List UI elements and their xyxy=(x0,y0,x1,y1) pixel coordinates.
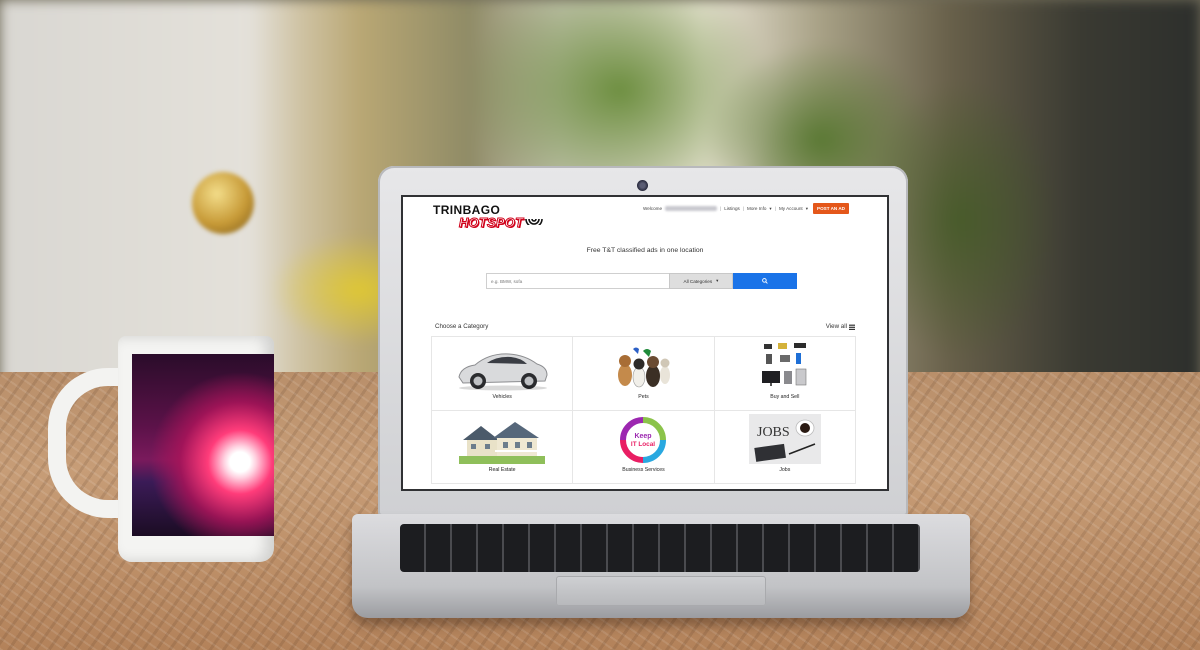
site-tagline: Free T&T classified ads in one location xyxy=(586,247,704,254)
laptop-base xyxy=(352,514,970,618)
category-label: Pets xyxy=(638,393,649,400)
top-nav: Welcome | Listings | More Info ▾ | My Ac… xyxy=(643,203,849,214)
laptop-lid: TRINBAGO HOTSPOT Welcome | Listings | Mo… xyxy=(378,166,908,516)
category-label: Buy and Sell xyxy=(770,393,800,400)
caret-down-icon: ▾ xyxy=(716,278,719,283)
nav-my-account-link[interactable]: My Account xyxy=(779,206,803,211)
svg-text:Keep: Keep xyxy=(635,433,652,440)
view-all-link[interactable]: View all xyxy=(826,323,855,330)
jobs-image: JOBS xyxy=(748,414,821,464)
search-button[interactable] xyxy=(733,273,797,289)
logo-text-hotspot: HOTSPOT xyxy=(458,215,524,231)
category-select-value: All Categories xyxy=(683,278,713,284)
category-tile-business-services[interactable]: Keep IT Local Business Services xyxy=(573,410,715,484)
category-label: Real Estate xyxy=(488,467,516,473)
coffee-mug xyxy=(118,336,274,562)
laptop-keyboard xyxy=(400,524,920,572)
welcome-text: Welcome xyxy=(642,206,663,211)
category-grid: Vehicles Pets Buy and Sell Real Estate K… xyxy=(431,336,856,484)
site-logo[interactable]: TRINBAGO HOTSPOT xyxy=(433,203,543,239)
house-image xyxy=(459,422,546,464)
pets-image xyxy=(618,347,671,387)
nav-separator: | xyxy=(774,206,776,211)
svg-text:JOBS: JOBS xyxy=(757,425,790,440)
laptop-screen: TRINBAGO HOTSPOT Welcome | Listings | Mo… xyxy=(403,197,887,489)
webcam xyxy=(637,180,648,191)
chevron-down-icon: ▾ xyxy=(769,205,772,211)
search-icon xyxy=(762,278,768,284)
category-tile-buy-and-sell[interactable]: Buy and Sell xyxy=(714,337,856,411)
chevron-down-icon: ▾ xyxy=(805,205,808,211)
search-bar: e.g. BMW, sofa All Categories ▾ xyxy=(486,273,797,289)
door-knob xyxy=(192,172,254,234)
list-icon xyxy=(849,324,855,330)
site-header: TRINBAGO HOTSPOT Welcome | Listings | Mo… xyxy=(403,197,887,237)
nav-separator: | xyxy=(742,206,745,211)
car-image xyxy=(458,352,548,390)
category-label: Vehicles xyxy=(492,393,512,400)
laptop-trackpad xyxy=(556,576,766,606)
keep-it-local-image: Keep IT Local xyxy=(620,417,667,463)
electronics-image xyxy=(761,342,807,386)
blurred-username xyxy=(665,206,718,211)
nav-separator: | xyxy=(720,206,722,211)
category-tile-jobs[interactable]: JOBS Jobs xyxy=(714,410,856,484)
category-label: Business Services xyxy=(622,467,665,473)
category-label: Jobs xyxy=(779,467,791,473)
svg-text:IT Local: IT Local xyxy=(631,441,655,448)
signal-waves-icon xyxy=(525,218,543,225)
category-tile-vehicles[interactable]: Vehicles xyxy=(432,337,574,411)
search-input[interactable]: e.g. BMW, sofa xyxy=(486,273,669,289)
post-ad-button[interactable]: POST AN AD xyxy=(813,203,849,214)
category-select[interactable]: All Categories ▾ xyxy=(669,273,733,289)
mug-print-galaxy xyxy=(132,354,274,536)
nav-more-info-link[interactable]: More Info xyxy=(747,206,766,211)
category-section-title: Choose a Category xyxy=(435,323,489,330)
category-tile-real-estate[interactable]: Real Estate xyxy=(432,410,574,484)
view-all-label: View all xyxy=(825,323,847,330)
nav-listings-link[interactable]: Listings xyxy=(724,206,740,211)
category-section-header: Choose a Category View all xyxy=(435,323,855,333)
category-tile-pets[interactable]: Pets xyxy=(573,337,715,411)
